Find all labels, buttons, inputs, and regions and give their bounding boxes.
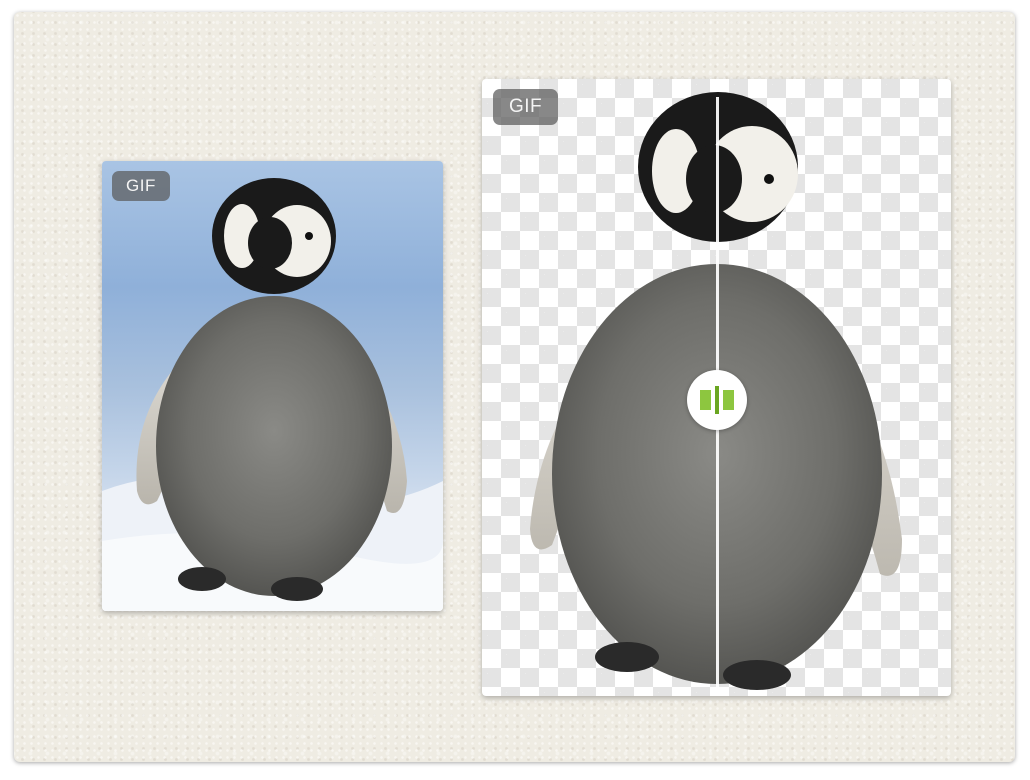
penguin-body: [156, 296, 392, 596]
original-penguin-photo: [102, 178, 443, 611]
split-compare-icon: [700, 386, 734, 414]
penguin-foot-left: [178, 567, 226, 591]
penguin-eye: [305, 232, 313, 240]
penguin-eye: [764, 174, 774, 184]
original-image-card: GIF: [102, 161, 443, 611]
penguin-foot-left: [595, 642, 659, 672]
compare-slider-handle[interactable]: [687, 370, 747, 430]
format-badge: GIF: [493, 89, 559, 125]
format-badge: GIF: [112, 171, 170, 201]
paper-background: GIF GIF: [14, 12, 1015, 762]
penguin-foot-right: [271, 577, 323, 601]
result-image-card[interactable]: GIF: [482, 79, 951, 696]
penguin-foot-right: [723, 660, 791, 690]
